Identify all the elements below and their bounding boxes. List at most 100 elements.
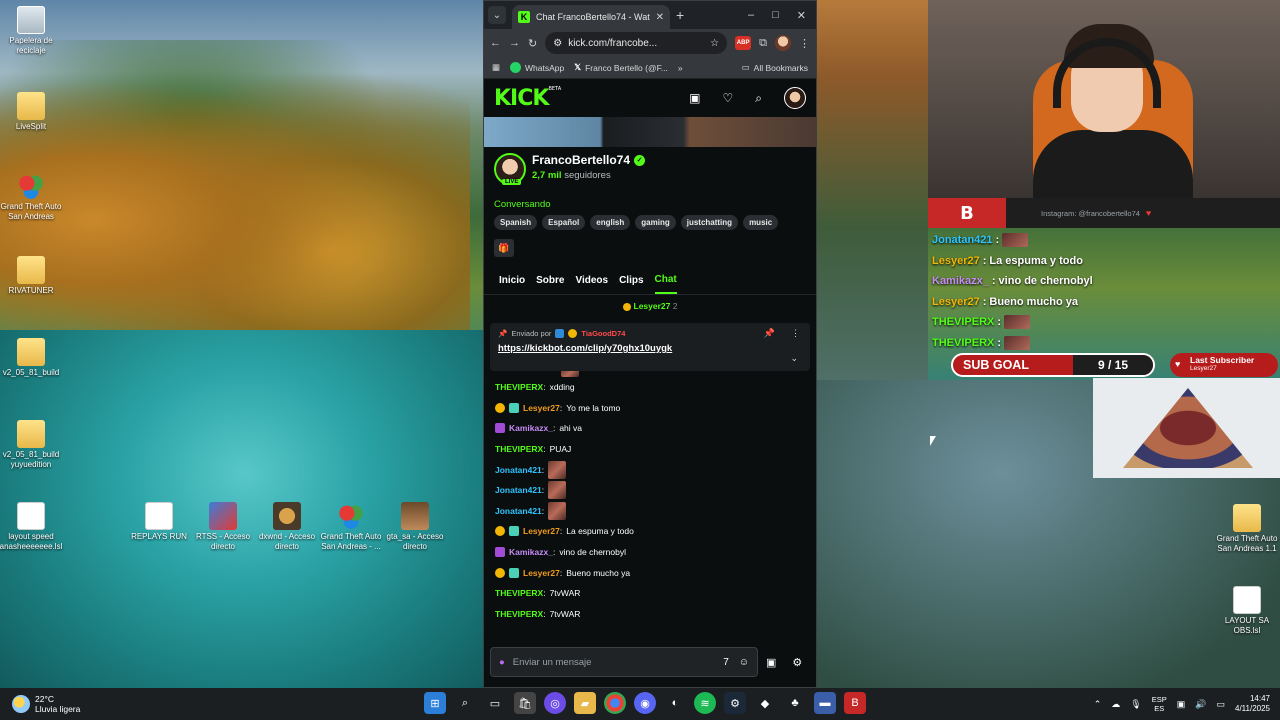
desktop-icon[interactable]: v2_05_81_build (0, 338, 66, 378)
close-tab-icon[interactable]: ✕ (656, 12, 664, 23)
forward-icon[interactable]: → (509, 37, 520, 49)
top-gifter[interactable]: Lesyer27 2 (484, 295, 816, 317)
chevron-up-icon[interactable]: ⌃ (1094, 699, 1102, 710)
desktop-icon[interactable]: dxwnd - Acceso directo (252, 502, 322, 552)
app-icon[interactable]: ▬ (814, 692, 836, 714)
desktop-icon[interactable]: Papelera de reciclaje (0, 6, 66, 56)
desktop-icon[interactable]: LiveSplit (0, 92, 66, 132)
emoji-icon[interactable]: ☺ (739, 657, 749, 668)
site-info-icon[interactable]: ⚙ (553, 38, 562, 49)
category-link[interactable]: Conversando (494, 199, 551, 210)
reload-icon[interactable]: ↻ (528, 37, 537, 50)
chevron-down-icon[interactable]: ⌄ (790, 353, 798, 364)
chat-username[interactable]: THEVIPERX (495, 609, 543, 619)
all-bookmarks[interactable]: ▭ All Bookmarks (742, 62, 808, 73)
following-heart-icon[interactable]: ♡ (723, 91, 734, 105)
file-explorer-icon[interactable]: ▰ (574, 692, 596, 714)
settings-gear-icon[interactable]: ⚙ (792, 656, 802, 669)
tag-chip[interactable]: Español (542, 215, 586, 230)
chat-username[interactable]: Kamikazx_ (509, 423, 553, 433)
chat-username[interactable]: Lesyer27 (523, 403, 560, 413)
desktop-icon[interactable]: REPLAYS RUN (124, 502, 194, 542)
gta-icon[interactable]: ◆ (754, 692, 776, 714)
bookmark-whatsapp[interactable]: WhatsApp (510, 62, 564, 73)
task-view-icon[interactable]: ▭ (484, 692, 506, 714)
tab-search-button[interactable]: ⌄ (488, 6, 506, 24)
tab-inicio[interactable]: Inicio (499, 267, 525, 294)
microphone-icon[interactable]: 🎙 (1130, 699, 1141, 710)
minimize-button[interactable]: – (748, 9, 754, 22)
tag-chip[interactable]: english (590, 215, 631, 230)
store-icon[interactable]: 🛍 (514, 692, 536, 714)
search-icon[interactable]: ⌕ (454, 692, 476, 714)
user-avatar[interactable] (784, 87, 806, 109)
search-icon[interactable]: ⌕ (755, 91, 762, 106)
volume-icon[interactable]: 🔊 (1195, 699, 1206, 710)
7tv-icon[interactable]: 7 (723, 657, 729, 668)
channel-name[interactable]: FrancoBertello74 ✓ (532, 153, 646, 167)
battery-icon[interactable]: ▭ (1216, 699, 1225, 710)
chat-username[interactable]: Lesyer27 (523, 526, 560, 536)
tag-chip[interactable]: music (743, 215, 779, 230)
tab-chat[interactable]: Chat (654, 267, 677, 294)
pinned-menu-icon[interactable]: ⋮ (791, 328, 800, 339)
back-icon[interactable]: ← (490, 37, 501, 49)
steam-icon[interactable]: ⚙ (724, 692, 746, 714)
new-tab-button[interactable]: + (676, 7, 684, 23)
desktop-icon[interactable]: Grand Theft Auto San Andreas 1.1 (1212, 504, 1280, 554)
kick-logo[interactable]: KICKBETA (494, 86, 561, 111)
pinned-link[interactable]: https://kickbot.com/clip/y70ghx10uygk (498, 343, 802, 354)
desktop-icon[interactable]: RTSS - Acceso directo (188, 502, 258, 552)
network-icon[interactable]: ▣ (1177, 699, 1186, 710)
gift-sub-icon[interactable]: 🎁 (494, 239, 514, 257)
apps-grid-icon[interactable]: ▦ (492, 62, 500, 73)
active-tab[interactable]: K Chat FrancoBertello74 - Watch ✕ (512, 5, 670, 29)
desktop-icon[interactable]: Grand Theft Auto San Andreas - ... (316, 502, 386, 552)
cloud-icon[interactable]: ☁ (1111, 699, 1120, 710)
spotify-icon[interactable]: ≋ (694, 692, 716, 714)
desktop-icon[interactable]: Grand Theft Auto San Andreas (0, 172, 66, 222)
bookmark-star-icon[interactable]: ☆ (710, 38, 719, 49)
desktop-icon[interactable]: gta_sa - Acceso directo (380, 502, 450, 552)
chat-username[interactable]: THEVIPERX (495, 588, 543, 598)
tag-chip[interactable]: justchatting (680, 215, 739, 230)
profile-avatar[interactable] (775, 35, 791, 51)
unpin-icon[interactable]: 📌 (764, 328, 775, 339)
chrome-icon[interactable] (604, 692, 626, 714)
pinned-user[interactable]: TiaGoodD74 (581, 329, 625, 338)
obs-icon[interactable]: ◐ (664, 692, 686, 714)
browse-icon[interactable]: ▣ (689, 91, 700, 105)
video-player-preview[interactable] (484, 117, 816, 147)
chat-username[interactable]: Jonatan421 (495, 465, 542, 475)
clock[interactable]: 14:47 4/11/2025 (1235, 694, 1270, 714)
address-bar[interactable]: ⚙ kick.com/francobe... ☆ (545, 32, 728, 54)
discord-icon[interactable]: ◉ (634, 692, 656, 714)
desktop-icon[interactable]: LAYOUT SA OBS.lsl (1212, 586, 1280, 636)
gift-icon[interactable]: ▣ (766, 656, 776, 669)
desktop-icon[interactable]: RIVATUNER (0, 256, 66, 296)
close-window-button[interactable]: ✕ (797, 9, 806, 22)
app-icon[interactable]: ♣ (784, 692, 806, 714)
start-windows-icon[interactable]: ⊞ (424, 692, 446, 714)
desktop-icon[interactable]: v2_05_81_build yuyuedition (0, 420, 66, 470)
chat-username[interactable]: Jonatan421 (495, 485, 542, 495)
more-bookmarks-icon[interactable]: » (678, 63, 683, 73)
tab-videos[interactable]: Videos (575, 267, 608, 294)
chat-username[interactable]: Lesyer27 (523, 568, 560, 578)
chat-username[interactable]: THEVIPERX (495, 444, 543, 454)
app-icon[interactable]: B (844, 692, 866, 714)
app-icon[interactable]: ◎ (544, 692, 566, 714)
desktop-icon[interactable]: layout speed anasheeeeeee.lsl (0, 502, 66, 552)
extensions-icon[interactable]: ⧉ (759, 37, 767, 50)
weather-widget[interactable]: 22°C Lluvia ligera (0, 694, 200, 714)
menu-kebab-icon[interactable]: ⋮ (799, 37, 810, 50)
bookmark-x-profile[interactable]: 𝕏 Franco Bertello (@F... (574, 62, 668, 73)
chat-username[interactable]: Jonatan421 (495, 506, 542, 516)
adblock-extension-icon[interactable]: ABP (735, 36, 752, 50)
chat-input[interactable]: ● Enviar un mensaje 7 ☺ (490, 647, 758, 677)
tag-chip[interactable]: gaming (635, 215, 676, 230)
tab-sobre[interactable]: Sobre (536, 267, 564, 294)
maximize-button[interactable]: □ (772, 9, 779, 22)
tag-chip[interactable]: Spanish (494, 215, 538, 230)
emote-menu-icon[interactable]: ● (499, 657, 505, 668)
